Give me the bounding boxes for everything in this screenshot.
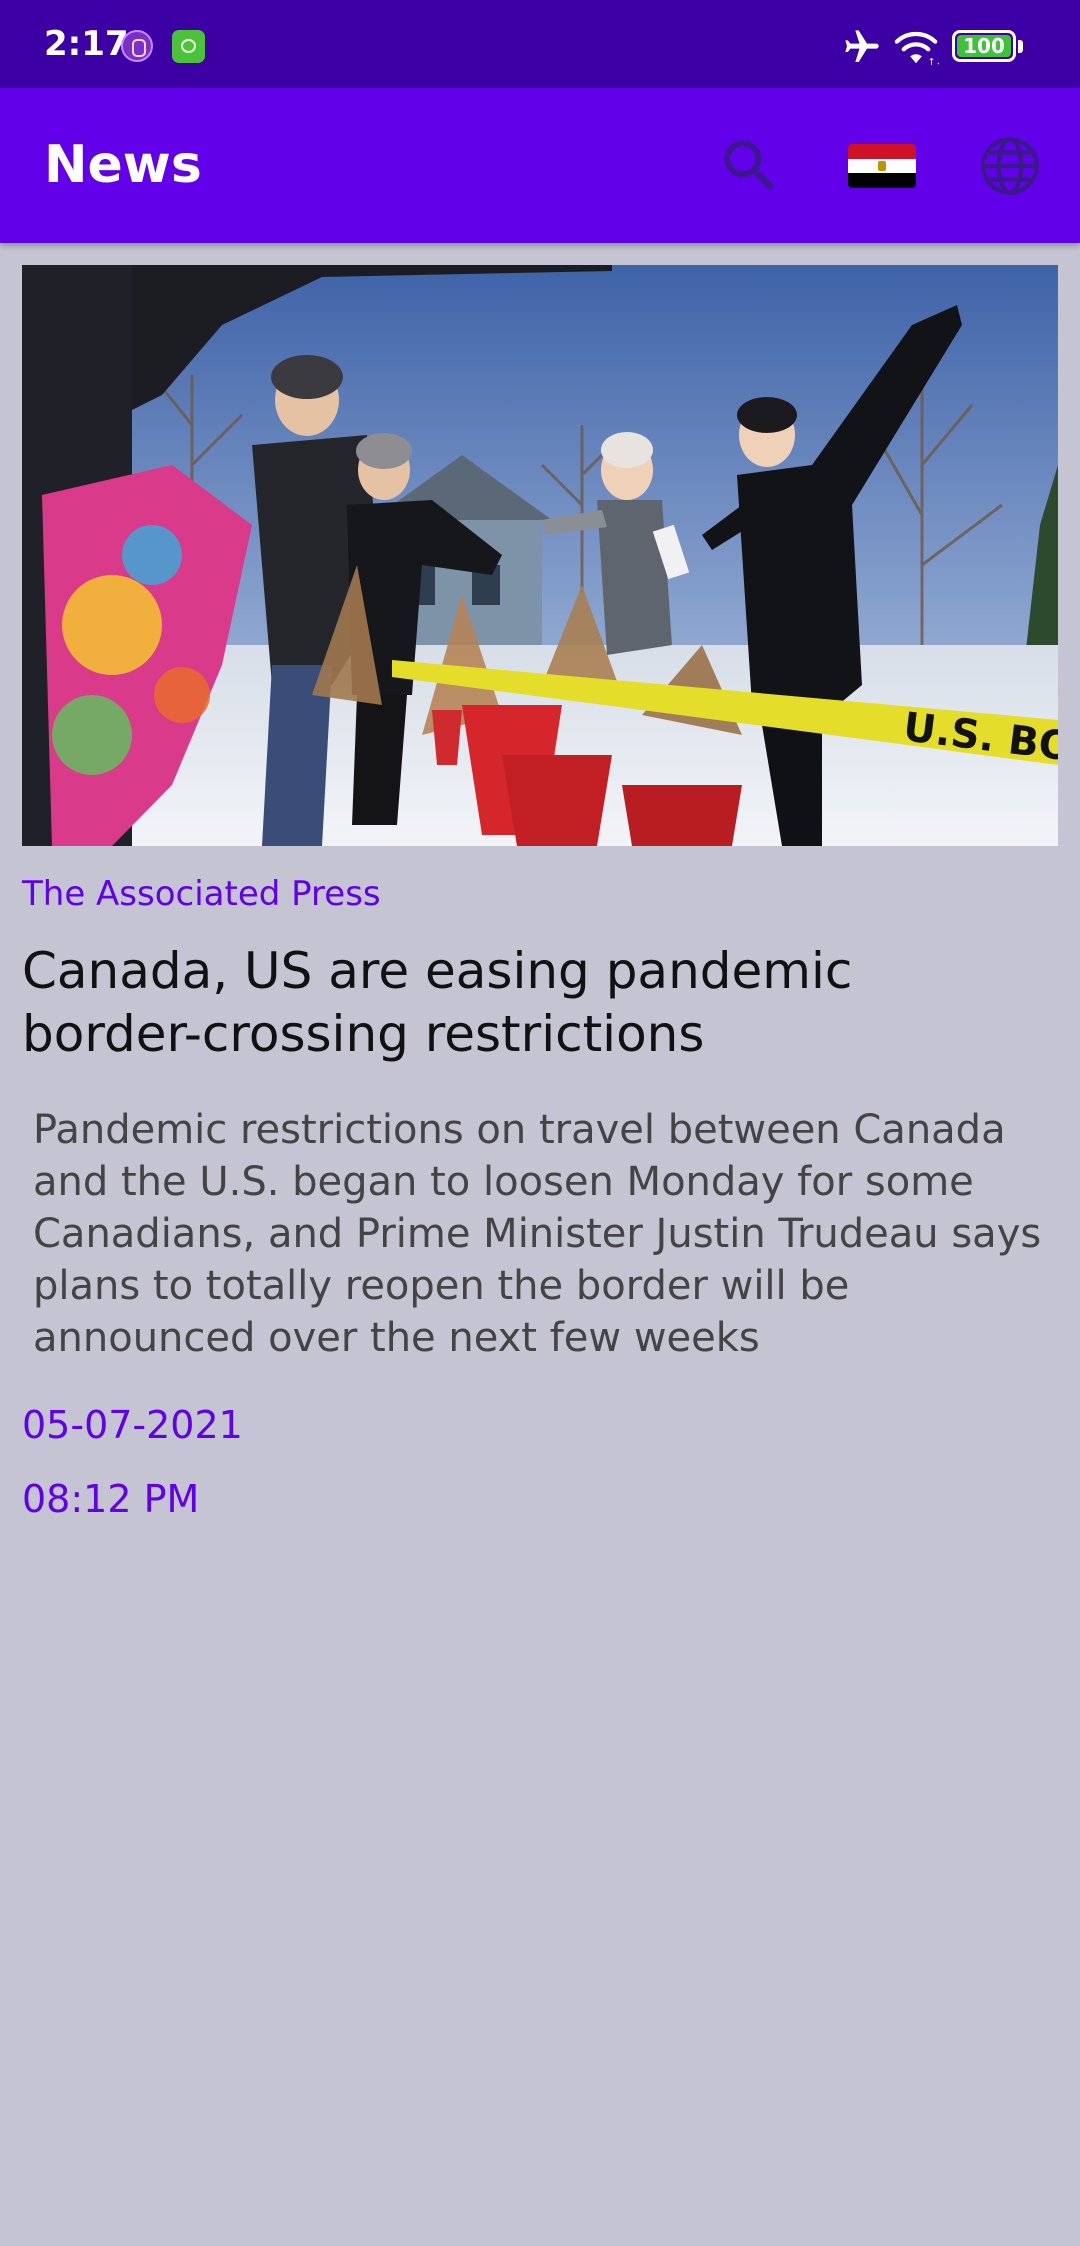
battery-icon: 100 [952,30,1016,62]
wifi-icon: ↑↓ [894,31,940,67]
status-time: 2:17 [44,24,129,64]
status-bar: 2:17 ↑↓ 100 [0,0,1080,88]
svg-text:↑↓: ↑↓ [928,57,940,67]
article-description: Pandemic restrictions on travel between … [33,1107,1042,1361]
eagle-icon [878,160,886,171]
article-image: U.S. BORDER [22,265,1058,846]
article-time: 08:12 PM [22,1477,200,1521]
globe-icon[interactable] [978,134,1042,198]
flag-black-stripe [848,173,916,188]
search-icon[interactable] [716,132,784,200]
page-title: News [44,135,202,195]
egypt-flag-icon[interactable] [848,144,916,188]
flag-red-stripe [848,144,916,159]
cat-icon [172,30,205,63]
flag-white-stripe [848,158,916,174]
article-source: The Associated Press [22,874,381,914]
app-bar: News [0,88,1080,243]
notification-icon [121,30,153,62]
article-card[interactable]: U.S. BORDER The Associated Press Canada,… [22,265,1058,1522]
airplane-icon [845,30,879,62]
article-title: Canada, US are easing pandemic border-cr… [22,942,853,1063]
battery-level: 100 [957,35,1011,57]
battery-tip [1018,40,1023,53]
article-date: 05-07-2021 [22,1403,243,1447]
